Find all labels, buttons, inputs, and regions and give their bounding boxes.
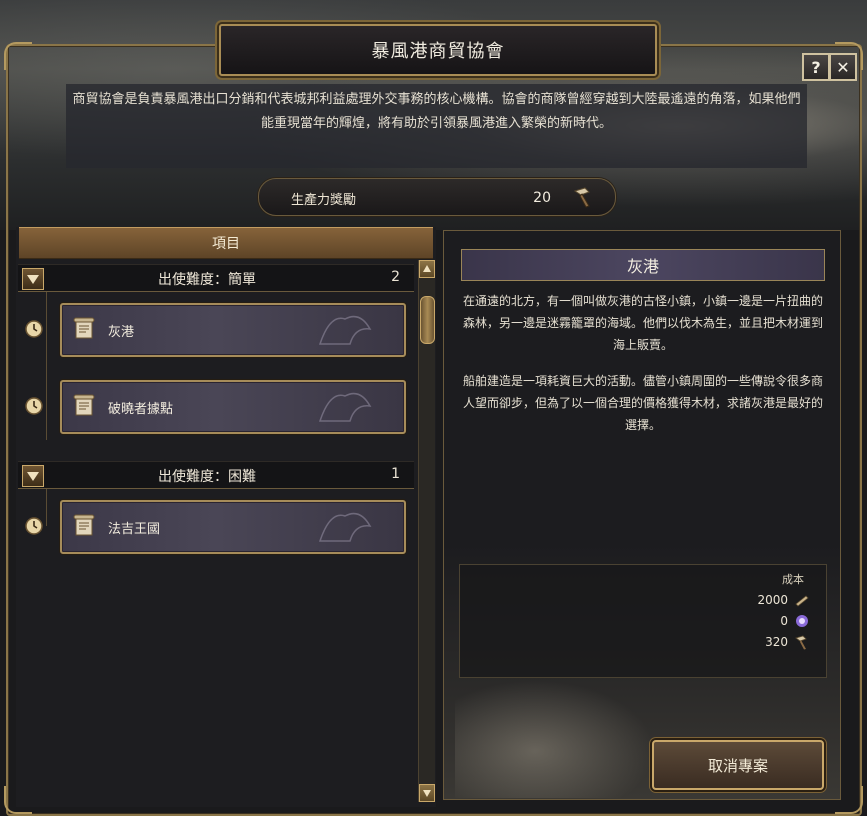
category-hard[interactable]: 出使難度：困難 1 [18,461,414,489]
triangle-down-icon [27,275,39,284]
griffin-emblem-icon [318,512,372,542]
detail-paragraph: 船舶建造是一項耗資巨大的活動。儘管小鎮周圍的一些傳說令很多商人望而卻步，但為了以… [462,374,823,432]
clock-icon [25,397,43,415]
collapse-toggle[interactable] [22,268,44,290]
list-scrollbar[interactable] [418,260,435,802]
scrollbar-thumb[interactable] [420,296,435,344]
collapse-toggle[interactable] [22,465,44,487]
close-button[interactable]: ✕ [829,53,857,81]
project-list-header: 項目 [19,227,433,259]
project-label: 灰港 [108,325,135,340]
window-title: 暴風港商貿協會 [219,24,657,76]
help-button[interactable]: ? [802,53,830,81]
clock-icon [25,320,43,338]
detail-title: 灰港 [461,249,825,281]
cost-value: 320 [765,635,788,649]
magic-orb-icon [796,615,808,627]
guild-description: 商貿協會是負責暴風港出口分銷和代表城邦利益處理外交事務的核心機構。協會的商隊曾經… [66,84,807,168]
category-count: 1 [391,466,400,482]
triangle-down-icon [27,472,39,481]
clock-icon [25,517,43,535]
griffin-emblem-icon [318,315,372,345]
griffin-emblem-icon [318,392,372,422]
scroll-up-arrow-icon[interactable] [419,260,435,278]
productivity-label: 生產力獎勵 [291,193,357,208]
scroll-icon [73,394,95,416]
cost-row-production: 320 [765,633,810,651]
detail-paragraph: 在通遠的北方，有一個叫做灰港的古怪小鎮，小鎮一邊是一片扭曲的森林，另一邊是迷霧籠… [462,294,823,352]
scroll-icon [73,514,95,536]
cost-row-gold: 2000 [757,591,810,609]
productivity-value: 20 [533,190,551,206]
scroll-down-arrow-icon[interactable] [419,784,435,802]
category-easy[interactable]: 出使難度：簡單 2 [18,264,414,292]
cost-box: 成本 2000 0 320 [459,564,827,678]
cost-value: 2000 [757,593,788,607]
productivity-bonus-bar: 生產力獎勵 20 [258,178,616,216]
scroll-icon [73,317,95,339]
coin-icon [795,595,809,607]
hammer-icon [795,635,807,650]
project-item-greyport[interactable]: 灰港 [60,303,406,357]
project-label: 法吉王國 [108,522,161,537]
category-label: 出使難度：困難 [158,469,256,485]
book-illustration [455,680,655,798]
tree-line [46,288,47,440]
project-label: 破曉者據點 [108,402,174,417]
project-item-fargie-kingdom[interactable]: 法吉王國 [60,500,406,554]
cost-row-magic: 0 [780,612,810,630]
detail-description: 在通遠的北方，有一個叫做灰港的古怪小鎮，小鎮一邊是一片扭曲的森林，另一邊是迷霧籠… [458,290,828,450]
category-label: 出使難度：簡單 [158,272,256,288]
cancel-project-button[interactable]: 取消專案 [652,740,824,790]
category-count: 2 [391,269,400,285]
tree-line [46,486,47,526]
frame-corner-ornament [4,42,32,70]
hammer-icon [573,187,590,208]
cost-title: 成本 [782,573,804,586]
project-item-dawnbreaker-stronghold[interactable]: 破曉者據點 [60,380,406,434]
cost-value: 0 [780,614,788,628]
